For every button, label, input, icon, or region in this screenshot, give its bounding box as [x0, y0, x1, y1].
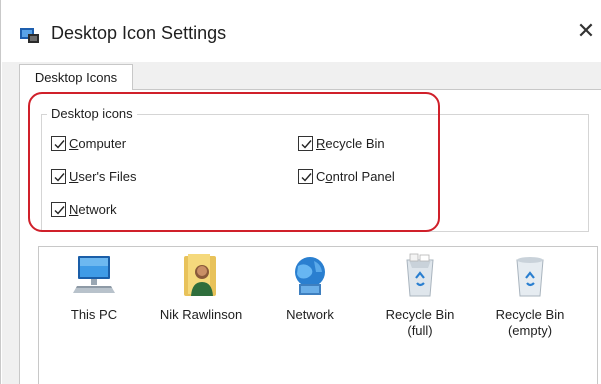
icon-item-recycle-bin-empty[interactable]: Recycle Bin (empty) — [475, 252, 585, 339]
icon-item-this-pc[interactable]: This PC — [39, 252, 149, 323]
checkbox-box[interactable] — [51, 168, 66, 184]
icon-label: Network — [286, 307, 334, 322]
tab-desktop-icons[interactable]: Desktop Icons — [19, 64, 133, 90]
checkbox-box[interactable] — [298, 135, 313, 151]
checkbox-box[interactable] — [51, 135, 66, 151]
checkmark-icon — [301, 139, 312, 149]
control-panel-checkbox[interactable]: Control Panel — [298, 166, 395, 186]
user-folder-icon — [184, 254, 216, 296]
icon-label: Nik Rawlinson — [159, 307, 243, 322]
window-title: Desktop Icon Settings — [51, 23, 227, 43]
checkbox-box[interactable] — [298, 168, 313, 184]
dialog-window: Desktop Icon Settings ✕ Desktop Icons De… — [0, 0, 601, 384]
checkbox-label: Recycle Bin — [316, 135, 385, 151]
network-icon — [295, 257, 325, 295]
icon-item-recycle-bin-full[interactable]: Recycle Bin (full) — [365, 252, 475, 339]
computer-icon — [73, 256, 115, 293]
checkbox-box[interactable] — [51, 201, 66, 217]
computer-checkbox[interactable]: Computer — [51, 133, 126, 153]
icon-label: Recycle Bin (empty) — [495, 307, 565, 338]
checkmark-icon — [54, 205, 65, 215]
checkbox-label: Network — [69, 201, 117, 217]
icon-label: Recycle Bin (full) — [385, 307, 455, 338]
title-bar[interactable]: Desktop Icon Settings ✕ — [1, 0, 601, 62]
checkbox-label: User's Files — [69, 168, 137, 184]
icon-item-user-files[interactable]: Nik Rawlinson — [146, 252, 256, 323]
users-files-checkbox[interactable]: User's Files — [51, 166, 137, 186]
icon-label: This PC — [70, 307, 118, 322]
network-checkbox[interactable]: Network — [51, 199, 117, 219]
checkmark-icon — [301, 172, 312, 182]
desktop-settings-app-icon — [20, 28, 39, 43]
checkmark-icon — [54, 172, 65, 182]
checkbox-label: Computer — [69, 135, 127, 151]
recycle-bin-full-icon — [406, 253, 434, 297]
icon-item-network[interactable]: Network — [255, 252, 365, 323]
group-label: Desktop icons — [47, 106, 137, 121]
checkmark-icon — [54, 139, 65, 149]
recycle-bin-empty-icon — [516, 257, 544, 297]
recycle-bin-checkbox[interactable]: Recycle Bin — [298, 133, 385, 153]
checkbox-label: Control Panel — [316, 168, 395, 184]
close-button[interactable]: ✕ — [573, 18, 599, 44]
